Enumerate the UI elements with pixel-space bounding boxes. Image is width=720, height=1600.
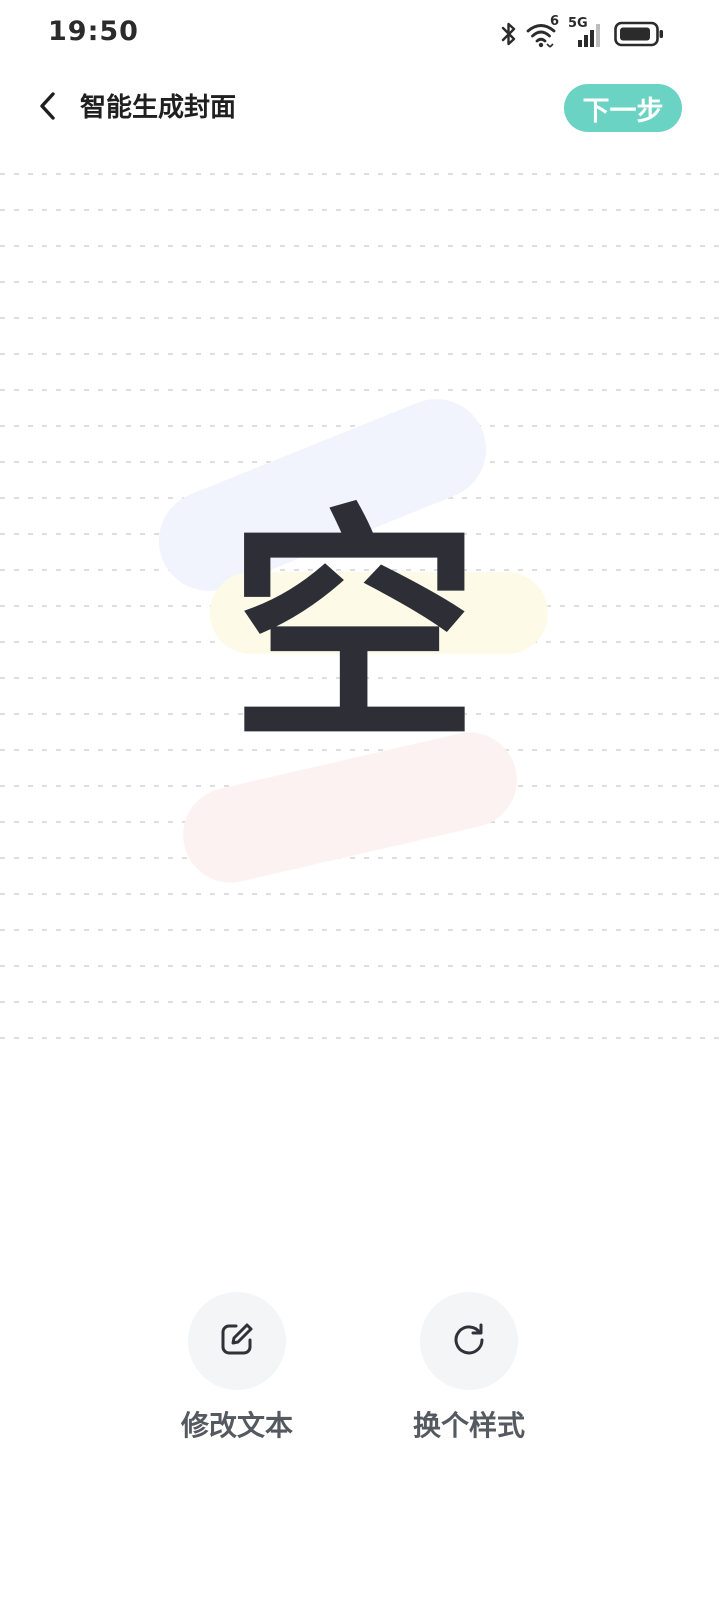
back-button[interactable] [30, 86, 66, 130]
next-step-button[interactable]: 下一步 [564, 84, 682, 132]
edit-text-circle[interactable] [188, 1292, 286, 1390]
wifi-badge: 6 [550, 14, 560, 29]
cover-preview: 空 [0, 160, 720, 1080]
wifi-icon: 6 [526, 14, 560, 48]
battery-icon [614, 21, 664, 47]
change-style-label: 换个样式 [412, 1409, 525, 1442]
edit-text-label: 修改文本 [180, 1409, 293, 1442]
cover-text: 空 [229, 484, 479, 775]
status-time: 19:50 [48, 16, 139, 47]
header: 智能生成封面 下一步 [0, 78, 720, 138]
refresh-icon [451, 1321, 487, 1361]
bluetooth-icon [500, 21, 518, 47]
status-icons: 6 5G [500, 14, 664, 50]
edit-pencil-icon [219, 1321, 255, 1361]
change-style-button[interactable]: 换个样式 [389, 1292, 549, 1444]
edit-text-button[interactable]: 修改文本 [157, 1292, 317, 1444]
change-style-circle[interactable] [420, 1292, 518, 1390]
page-title: 智能生成封面 [80, 93, 237, 123]
cellular-signal-icon: 5G [568, 16, 606, 48]
chevron-left-icon [36, 90, 60, 126]
status-bar: 19:50 6 5G [0, 0, 720, 68]
